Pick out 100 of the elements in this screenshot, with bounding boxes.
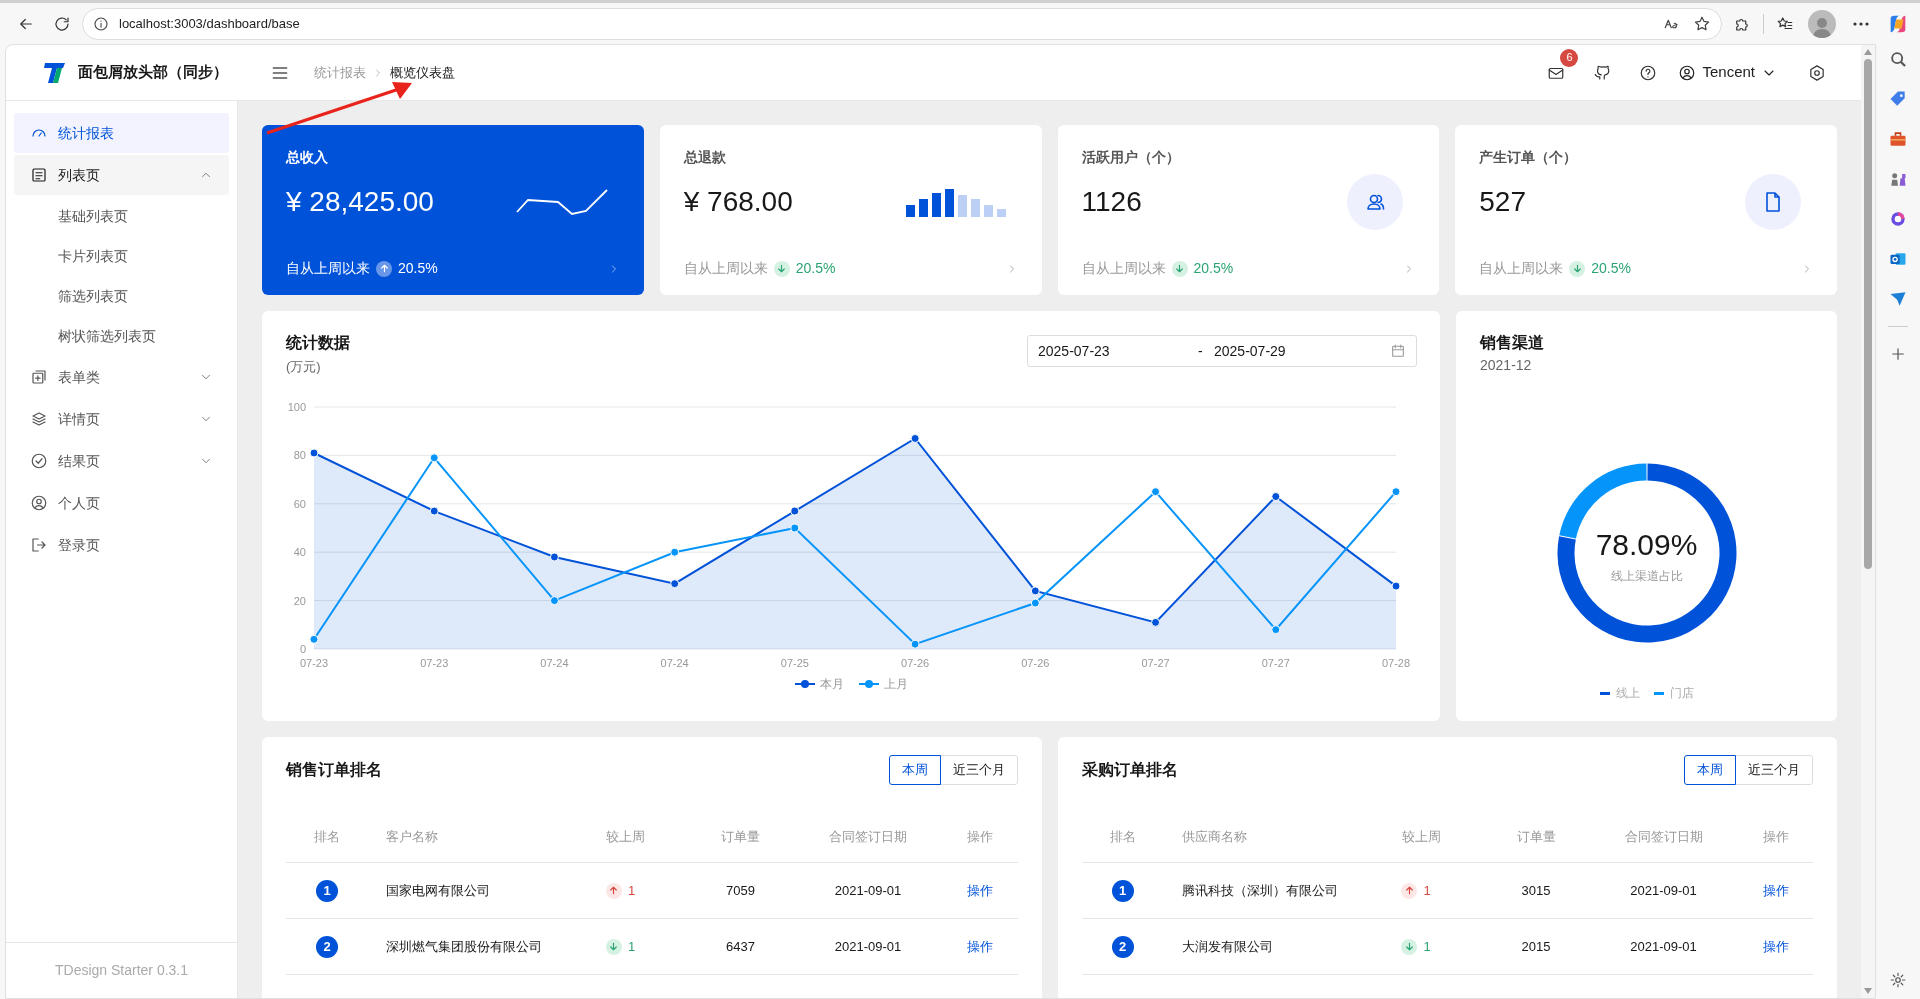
table-cell-text: 2021-09-01 (834, 937, 902, 956)
sidebar-item[interactable]: 登录页 (14, 525, 229, 565)
rank-badge: 1 (1111, 879, 1134, 902)
tick-label: 07-23 (420, 656, 449, 669)
legend-label: 上月 (884, 675, 908, 693)
column-header: 较上周 (1401, 827, 1441, 846)
stat-card[interactable]: 总退款 ¥ 768.00 自从上周以来 20.5% (659, 125, 1042, 295)
tick-label: 20 (293, 594, 306, 607)
column-header: 供应商名称 (1180, 827, 1247, 846)
column-header: 操作 (1762, 827, 1789, 846)
tick-label: 80 (293, 448, 306, 461)
column-header: 排名 (314, 827, 340, 846)
legend-marker-icon (1599, 691, 1610, 695)
action-link[interactable]: 操作 (1762, 936, 1789, 957)
stat-card[interactable]: 活跃用户（个） 1126 自从上周以来 20.5% (1057, 125, 1440, 295)
stat-card[interactable]: 总收入 ¥ 28,425.00 自从上周以来 20.5% (262, 125, 644, 295)
table-cell-text: 6437 (726, 937, 755, 956)
change-value: 20.5% (398, 259, 438, 278)
more-icon (1853, 21, 1869, 26)
stat-card[interactable]: 产生订单（个） 527 自从上周以来 20.5% (1455, 125, 1837, 295)
card-title: 总退款 (683, 148, 726, 167)
table-cell-text: 2021-09-01 (1630, 937, 1697, 956)
sidebar-item[interactable]: 表单类 (14, 357, 229, 397)
arrow-down-icon (605, 938, 622, 955)
sidebar-item[interactable]: 列表页 (14, 155, 229, 195)
legend-marker-icon (1653, 691, 1664, 695)
table-cell-text: 2015 (1521, 937, 1551, 956)
sidebar-item[interactable]: 详情页 (14, 399, 229, 439)
tick-label: 07-23 (299, 656, 329, 669)
card-value: ¥ 768.00 (683, 185, 793, 219)
legend-marker-icon (858, 678, 880, 689)
column-header: 排名 (1109, 827, 1136, 846)
sidebar-subitem[interactable]: 基础列表页 (14, 197, 229, 235)
tick-label: 07-27 (1261, 656, 1290, 669)
card-value: 527 (1479, 185, 1526, 219)
change-value: 20.5% (1193, 259, 1234, 278)
point (670, 547, 680, 557)
cat-icon (1593, 63, 1612, 82)
column-header: 操作 (967, 827, 994, 846)
point (1151, 486, 1161, 496)
sidebar-subitem[interactable]: 卡片列表页 (14, 237, 229, 275)
point (790, 523, 800, 532)
point (1271, 491, 1281, 501)
rank-badge: 2 (1111, 935, 1134, 958)
legend-label: 门店 (1669, 685, 1694, 702)
table-cell-text: 腾讯科技（深圳）有限公司 (1180, 881, 1338, 900)
card-value: ¥ 28,425.00 (286, 185, 434, 219)
action-link[interactable]: 操作 (1762, 880, 1789, 901)
point (910, 639, 920, 649)
tick-label: 100 (287, 400, 306, 413)
profile-button[interactable] (1808, 9, 1836, 38)
column-header: 较上周 (606, 827, 645, 846)
point (549, 595, 559, 605)
segment-tab[interactable]: 本周 (1684, 755, 1736, 785)
sidebar-item[interactable]: 个人页 (14, 483, 229, 523)
list-icon (30, 166, 48, 184)
column-header: 订单量 (1516, 827, 1556, 846)
segment-tab[interactable]: 近三个月 (939, 755, 1018, 785)
legend-marker-icon (794, 678, 816, 689)
date-range-field[interactable]: 2025-07-23 - 2025-07-29 (1027, 335, 1417, 367)
change-value: 1 (627, 881, 636, 900)
point (1151, 617, 1161, 627)
info-icon (93, 15, 109, 32)
change-value: 1 (1423, 937, 1431, 956)
action-link[interactable]: 操作 (967, 936, 994, 957)
rank-badge: 2 (316, 935, 338, 958)
column-header: 合同签订日期 (1624, 827, 1703, 846)
sidebar-item[interactable]: 统计报表 (14, 113, 229, 153)
user-icon (30, 494, 48, 512)
tick-label: 07-27 (1141, 656, 1170, 669)
table-cell-text: 深圳燃气集团股份有限公司 (385, 937, 542, 956)
column-header: 合同签订日期 (829, 827, 907, 846)
scroll-up-icon[interactable] (1864, 49, 1872, 55)
column-header: 客户名称 (385, 827, 438, 846)
app-title: 面包屑放头部（同步） (78, 62, 228, 83)
logo-icon (44, 60, 66, 85)
sidebar-subitem[interactable]: 树状筛选列表页 (14, 317, 229, 355)
card-caption: 自从上周以来 (1479, 259, 1564, 278)
point (309, 634, 319, 644)
card-caption: 自从上周以来 (1081, 259, 1166, 278)
scroll-down-icon[interactable] (1864, 988, 1872, 994)
point (429, 452, 439, 462)
segment-tab[interactable]: 本周 (888, 755, 941, 785)
settings-icon (1889, 971, 1907, 989)
tick-label: 0 (299, 642, 306, 655)
breadcrumb-link[interactable]: 概览仪表盘 (390, 62, 455, 83)
user-icon (1678, 63, 1697, 82)
sidebar-item[interactable]: 结果页 (14, 441, 229, 481)
arrow-down-icon (1569, 260, 1586, 277)
action-link[interactable]: 操作 (967, 880, 994, 901)
layers-icon (30, 410, 48, 428)
address-bar[interactable]: localhost:3003/dashboard/base (82, 7, 1722, 40)
user-menu-button[interactable]: Tencent (1678, 56, 1777, 89)
scrollbar-thumb[interactable] (1864, 59, 1872, 569)
sidebar-subitem[interactable]: 筛选列表页 (14, 277, 229, 315)
segment-tab[interactable]: 近三个月 (1735, 755, 1813, 785)
card-title: 总收入 (286, 148, 328, 167)
change-value: 1 (1423, 881, 1431, 900)
table-cell-text: 2021-09-01 (834, 881, 902, 900)
arrow-up-icon (376, 260, 392, 277)
